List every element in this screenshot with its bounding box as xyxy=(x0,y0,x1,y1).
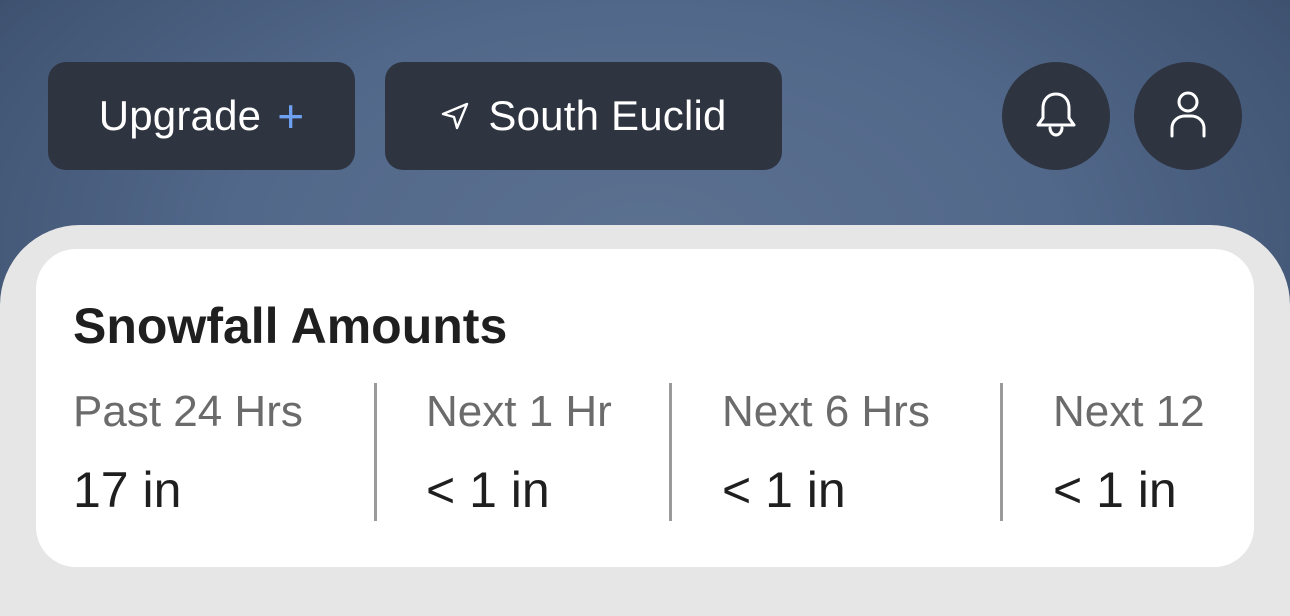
stat-value: 17 in xyxy=(73,462,182,518)
snowfall-card[interactable]: Snowfall Amounts Past 24 Hrs 17 in Next … xyxy=(36,249,1254,567)
stat-value: < 1 in xyxy=(722,462,846,518)
top-bar: Upgrade + South Euclid xyxy=(0,0,1290,230)
stat-label: Past 24 Hrs xyxy=(73,387,303,436)
stat-label: Next 1 Hr xyxy=(426,387,612,436)
location-label: South Euclid xyxy=(488,92,727,139)
location-button[interactable]: South Euclid xyxy=(385,62,782,170)
plus-icon: + xyxy=(277,90,305,142)
stat-label: Next 6 Hrs xyxy=(722,387,930,436)
user-icon xyxy=(1168,90,1208,143)
stat-value: < 1 in xyxy=(1053,462,1177,518)
divider xyxy=(374,383,377,521)
upgrade-button[interactable]: Upgrade + xyxy=(48,62,355,170)
profile-button[interactable] xyxy=(1134,62,1242,170)
card-title: Snowfall Amounts xyxy=(73,298,508,354)
stat-value: < 1 in xyxy=(426,462,550,518)
notifications-button[interactable] xyxy=(1002,62,1110,170)
bell-icon xyxy=(1034,90,1078,143)
snowfall-stats: Past 24 Hrs 17 in Next 1 Hr < 1 in Next … xyxy=(36,383,1254,523)
stat-label: Next 12 xyxy=(1053,387,1205,436)
navigation-arrow-icon xyxy=(440,101,470,131)
upgrade-label: Upgrade xyxy=(98,92,262,139)
divider xyxy=(1000,383,1003,521)
divider xyxy=(669,383,672,521)
